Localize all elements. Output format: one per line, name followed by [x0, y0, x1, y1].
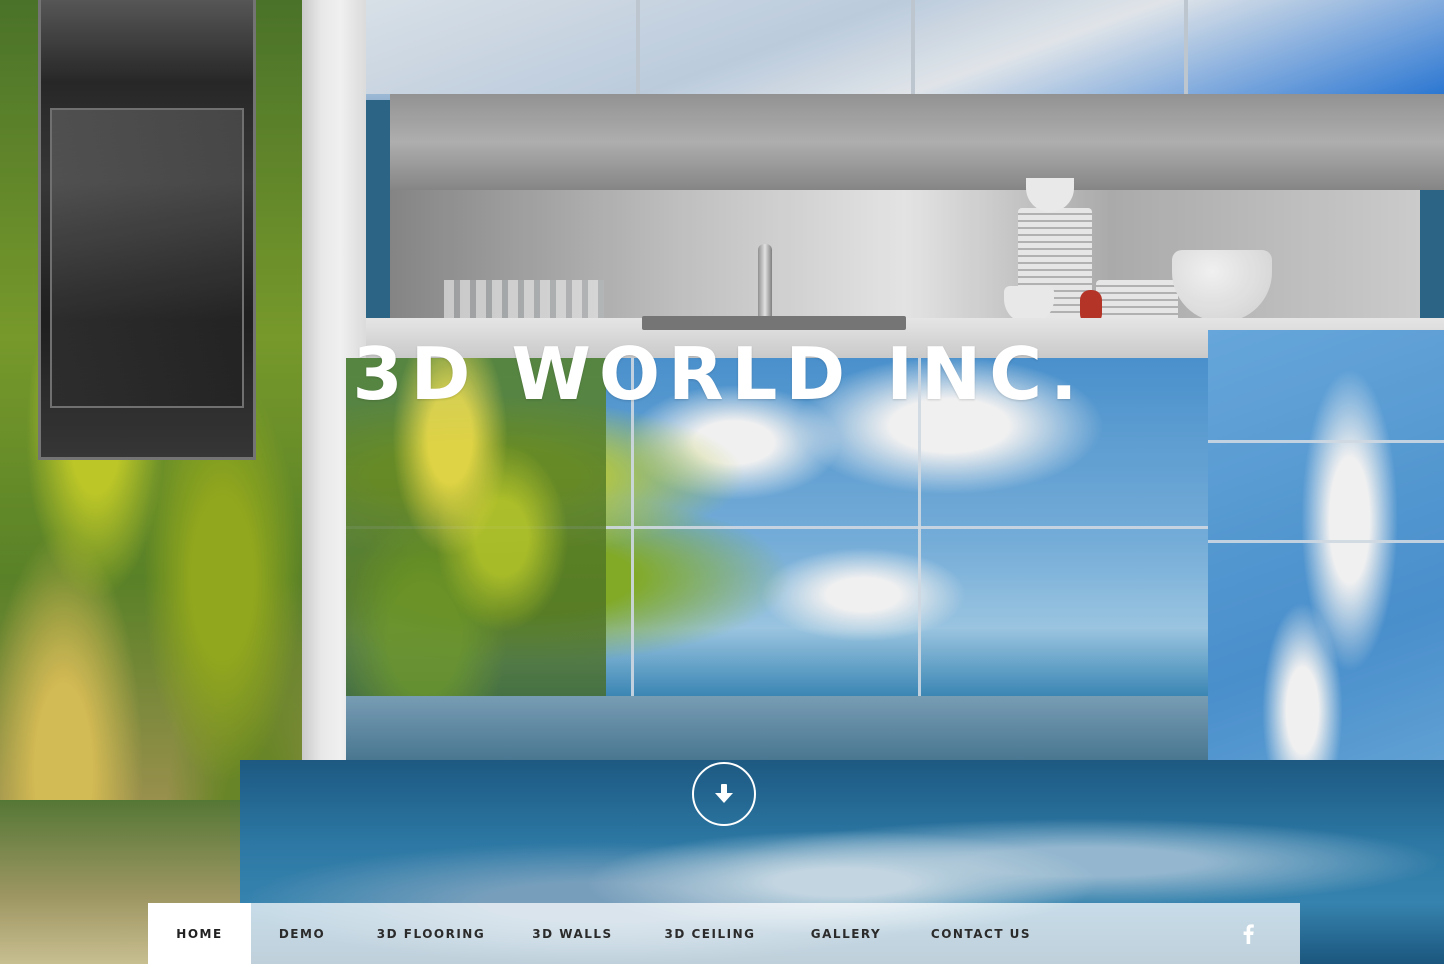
- scroll-down-button[interactable]: [692, 762, 756, 826]
- nav-item-3d-flooring[interactable]: 3D FLOORING: [353, 903, 509, 964]
- nav-item-gallery[interactable]: GALLERY: [784, 903, 908, 964]
- nav-item-3d-ceiling[interactable]: 3D CEILING: [636, 903, 784, 964]
- main-navigation: HOME DEMO 3D FLOORING 3D WALLS 3D CEILIN…: [148, 903, 1300, 964]
- nav-item-label: CONTACT US: [930, 926, 1032, 941]
- facebook-link[interactable]: [1236, 903, 1260, 964]
- site-title-text: 3D WORLD INC.: [352, 332, 1086, 416]
- nav-item-label: GALLERY: [810, 926, 882, 941]
- nav-item-label: 3D FLOORING: [376, 926, 486, 941]
- site-title: 3D WORLD INC.: [0, 334, 1444, 414]
- nav-item-home[interactable]: HOME: [148, 903, 251, 964]
- nav-item-label: 3D CEILING: [664, 926, 756, 941]
- nav-item-contact-us[interactable]: CONTACT US: [908, 903, 1054, 964]
- nav-item-3d-walls[interactable]: 3D WALLS: [509, 903, 636, 964]
- nav-item-label: HOME: [176, 926, 223, 941]
- nav-item-label: DEMO: [278, 926, 326, 941]
- arrow-down-icon: [715, 784, 733, 803]
- facebook-icon: [1243, 923, 1254, 944]
- nav-item-demo[interactable]: DEMO: [251, 903, 353, 964]
- nav-item-label: 3D WALLS: [532, 926, 613, 941]
